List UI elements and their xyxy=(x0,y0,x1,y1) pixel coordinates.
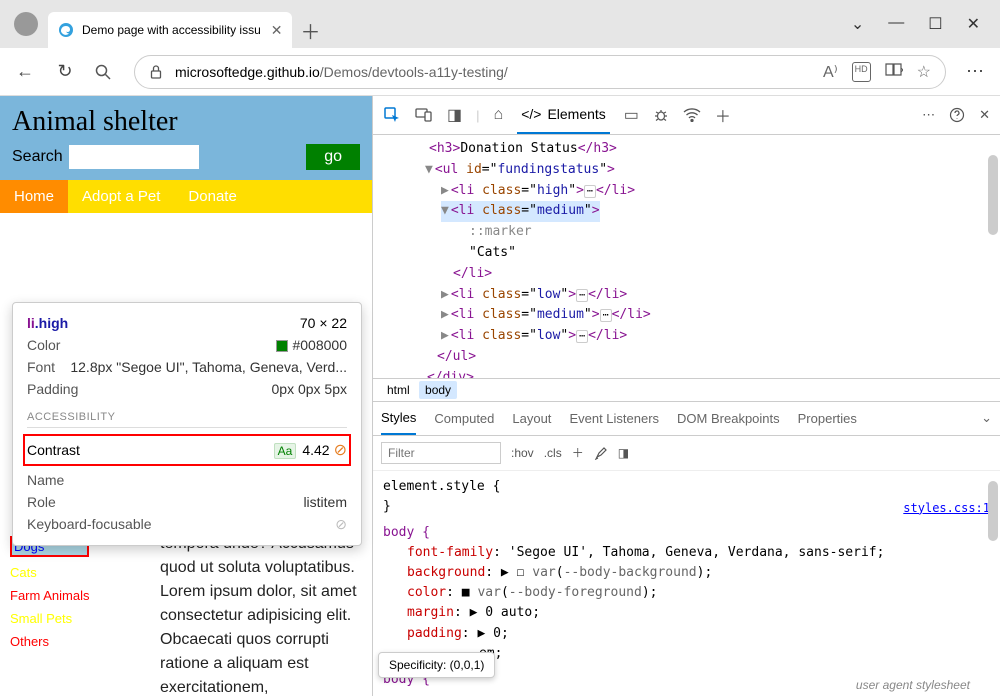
panel-icon[interactable]: ◨ xyxy=(447,105,462,125)
source-link[interactable]: styles.css:1 xyxy=(903,499,990,518)
minimize-icon[interactable]: ― xyxy=(888,14,904,34)
tab-close-icon[interactable]: ✕ xyxy=(271,22,283,39)
help-icon[interactable] xyxy=(949,107,965,123)
hov-toggle[interactable]: :hov xyxy=(511,446,534,460)
nav-home[interactable]: Home xyxy=(0,180,68,213)
new-tab-button[interactable]: ＋ xyxy=(300,16,320,45)
lock-icon xyxy=(149,64,163,80)
dom-tree[interactable]: <h3>Donation Status</h3> ▼<ul id="fundin… xyxy=(373,135,1000,378)
page-title: Animal shelter xyxy=(12,106,360,138)
reader-icon[interactable] xyxy=(885,62,903,82)
add-tab-icon[interactable]: ＋ xyxy=(715,103,731,127)
browser-tab[interactable]: Demo page with accessibility issu ✕ xyxy=(48,12,292,48)
specificity-tooltip: Specificity: (0,0,1) xyxy=(378,652,495,678)
panel-right-icon[interactable]: ◨ xyxy=(618,446,629,460)
hd-icon[interactable]: HD xyxy=(852,62,871,82)
contrast-row: Contrast Aa4.42⊘ xyxy=(23,434,351,466)
tab-styles[interactable]: Styles xyxy=(381,402,416,435)
inspect-icon[interactable] xyxy=(383,106,401,124)
edge-favicon xyxy=(58,22,74,38)
warning-icon: ⊘ xyxy=(334,442,347,459)
tab-elements[interactable]: </>Elements xyxy=(517,96,610,134)
inspector-tooltip: li.high 70 × 22 Color#008000 Font12.8px … xyxy=(12,302,362,546)
back-icon[interactable]: ← xyxy=(14,61,36,82)
menu-icon[interactable]: ⋯ xyxy=(964,61,986,82)
body-text: tempora unde? Accusamus quod ut soluta v… xyxy=(160,532,360,696)
close-devtools-icon[interactable]: ✕ xyxy=(979,107,990,123)
styles-scrollbar[interactable] xyxy=(988,481,998,541)
search-input[interactable] xyxy=(69,145,199,169)
tab-dom-breakpoints[interactable]: DOM Breakpoints xyxy=(677,411,780,426)
nav-adopt[interactable]: Adopt a Pet xyxy=(68,180,174,213)
sidebar-farm[interactable]: Farm Animals xyxy=(10,588,89,603)
bug-icon[interactable] xyxy=(653,107,669,123)
wifi-icon[interactable] xyxy=(683,108,701,122)
favorite-icon[interactable]: ☆ xyxy=(917,62,931,82)
close-window-icon[interactable]: ✕ xyxy=(967,14,980,34)
sources-icon[interactable]: ▭ xyxy=(624,105,639,125)
go-button[interactable]: go xyxy=(306,144,360,170)
search-label: Search xyxy=(12,148,63,166)
search-icon[interactable] xyxy=(94,63,116,81)
tab-computed[interactable]: Computed xyxy=(434,411,494,426)
dom-scrollbar[interactable] xyxy=(988,155,998,235)
add-rule-icon[interactable]: ＋ xyxy=(572,444,584,461)
more-devtools-icon[interactable]: ⋯ xyxy=(922,107,935,123)
device-icon[interactable] xyxy=(415,107,433,123)
sidebar-cats[interactable]: Cats xyxy=(10,565,89,580)
home-devtools-icon[interactable]: ⌂ xyxy=(494,106,504,124)
nav-donate[interactable]: Donate xyxy=(174,180,250,213)
sidebar-others[interactable]: Others xyxy=(10,634,89,649)
user-agent-label: user agent stylesheet xyxy=(856,678,970,692)
main-nav: Home Adopt a Pet Donate xyxy=(0,180,372,213)
tab-layout[interactable]: Layout xyxy=(512,411,551,426)
sidebar-small-pets[interactable]: Small Pets xyxy=(10,611,89,626)
address-bar[interactable]: microsoftedge.github.io/Demos/devtools-a… xyxy=(134,55,946,89)
maximize-icon[interactable]: ☐ xyxy=(928,14,942,34)
tab-event-listeners[interactable]: Event Listeners xyxy=(569,411,659,426)
chevron-down-icon[interactable]: ⌄ xyxy=(851,14,864,34)
styles-filter-input[interactable] xyxy=(381,442,501,464)
read-aloud-icon[interactable]: A⁾ xyxy=(823,62,838,82)
tab-title: Demo page with accessibility issu xyxy=(82,23,261,37)
refresh-icon[interactable]: ↻ xyxy=(54,61,76,82)
tab-properties[interactable]: Properties xyxy=(798,411,857,426)
chevron-down-icon[interactable]: ⌄ xyxy=(981,410,992,426)
profile-avatar[interactable] xyxy=(14,12,38,36)
forbidden-icon: ⊘ xyxy=(335,516,347,533)
cls-toggle[interactable]: .cls xyxy=(544,446,562,460)
breadcrumb[interactable]: html body xyxy=(373,378,1000,402)
brush-icon[interactable] xyxy=(594,446,608,460)
